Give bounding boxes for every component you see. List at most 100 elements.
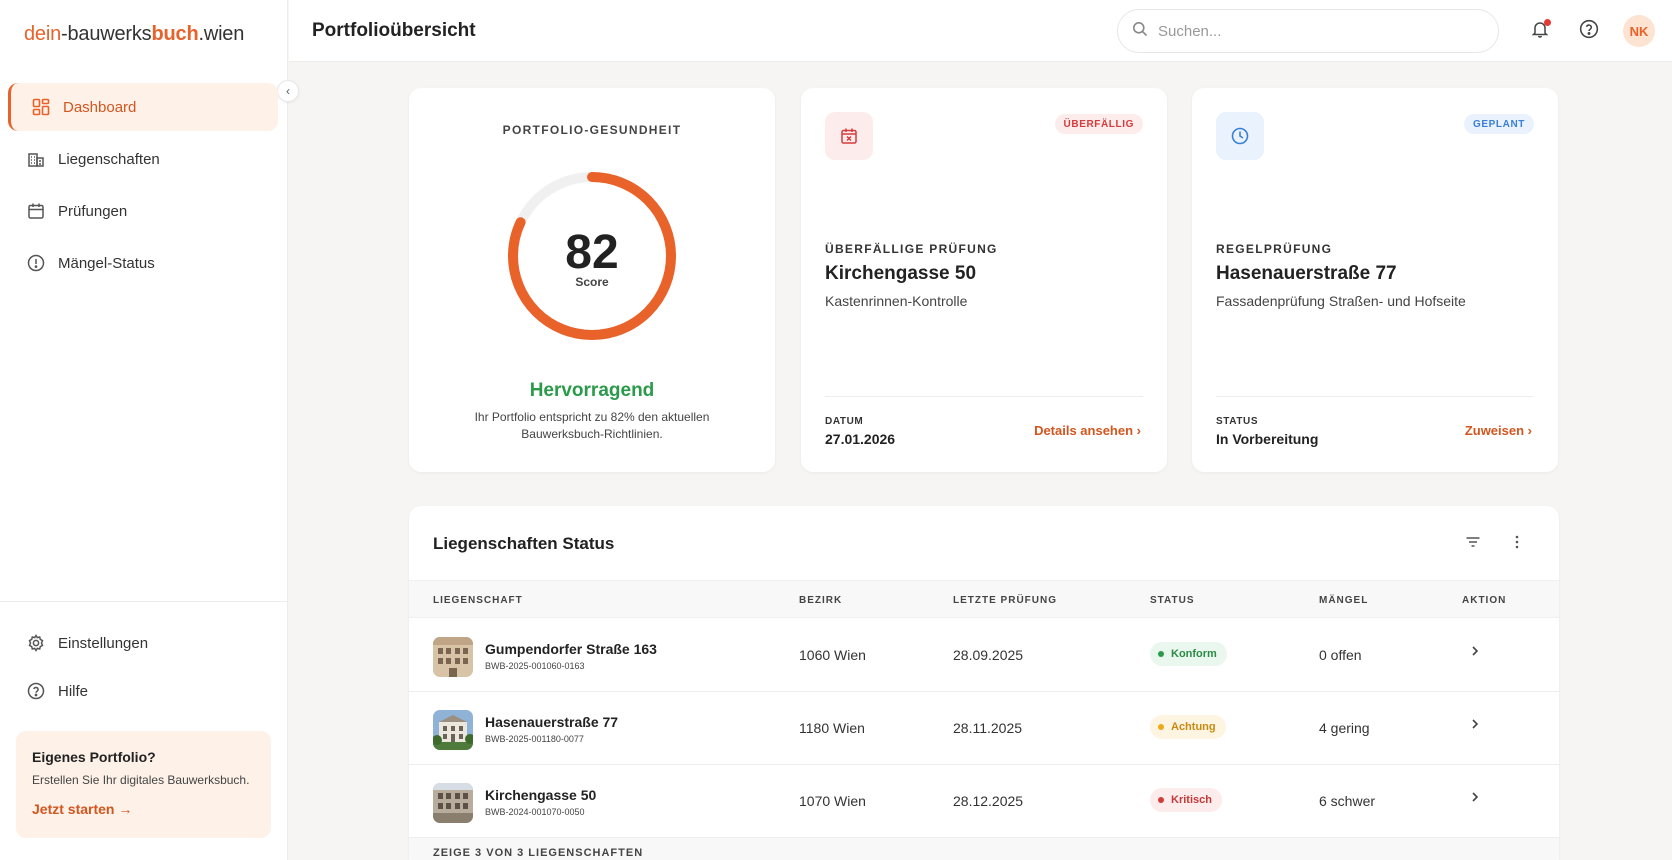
column-header[interactable]: MÄNGEL [1319, 595, 1368, 606]
status-badge: Kritisch [1150, 788, 1222, 812]
property-thumbnail [433, 637, 473, 677]
status-badge: GEPLANT [1464, 114, 1534, 134]
status-badge: Konform [1150, 642, 1227, 666]
sidebar-item-pruefungen[interactable]: Prüfungen [8, 187, 278, 235]
status-badge: Achtung [1150, 715, 1226, 739]
task-subtitle: Kastenrinnen-Kontrolle [825, 293, 968, 309]
divider [1216, 396, 1534, 397]
help-button[interactable] [1577, 19, 1601, 43]
promo-title: Eigenes Portfolio? [32, 749, 156, 765]
sidebar-item-label: Prüfungen [58, 202, 128, 220]
row-action-button[interactable] [1465, 716, 1485, 736]
row-action-button[interactable] [1465, 643, 1485, 663]
buildings-icon [26, 149, 46, 169]
promo-cta-link[interactable]: Jetzt starten → [32, 801, 132, 817]
sidebar-item-label: Hilfe [58, 682, 89, 700]
column-header: AKTION [1462, 595, 1507, 606]
health-rating: Hervorragend [529, 380, 655, 401]
task-meta-value: 27.01.2026 [825, 431, 896, 447]
sidebar-item-label: Dashboard [63, 98, 137, 116]
defects-cell: 4 gering [1319, 720, 1370, 736]
health-description: Ihr Portfolio entspricht zu 82% den aktu… [474, 410, 710, 441]
calendar-x-icon [825, 112, 873, 160]
table-header: LIEGENSCHAFT BEZIRK LETZTE PRÜFUNG STATU… [409, 580, 1559, 618]
table-title: Liegenschaften Status [433, 534, 615, 553]
sidebar-item-label: Liegenschaften [58, 150, 160, 168]
scheduled-inspection-card: GEPLANT REGELPRÜFUNG Hasenauerstraße 77 … [1192, 88, 1558, 472]
sidebar-item-dashboard[interactable]: Dashboard [8, 83, 278, 131]
property-name: Gumpendorfer Straße 163 [485, 641, 657, 657]
chevron-left-icon: ‹ [286, 84, 290, 98]
sidebar: dein-bauwerksbuch.wien ‹ Dashboard Liege… [0, 0, 299, 860]
search-icon [1132, 21, 1148, 42]
sidebar-item-liegenschaften[interactable]: Liegenschaften [8, 135, 278, 183]
table-row[interactable]: Gumpendorfer Straße 163 BWB-2025-001060-… [409, 619, 1559, 692]
property-thumbnail [433, 783, 473, 823]
property-name: Kirchengasse 50 [485, 787, 597, 803]
clock-icon [1216, 112, 1264, 160]
assign-link[interactable]: Zuweisen › [1465, 423, 1532, 438]
filter-icon [1464, 533, 1482, 556]
sidebar-item-maengel-status[interactable]: Mängel-Status [8, 239, 278, 287]
sidebar-item-einstellungen[interactable]: Einstellungen [8, 619, 278, 667]
property-id: BWB-2024-001070-0050 [485, 807, 585, 817]
sidebar-divider [0, 601, 288, 602]
more-vertical-icon [1508, 533, 1526, 556]
filter-button[interactable] [1459, 530, 1487, 558]
table-row[interactable]: Hasenauerstraße 77 BWB-2025-001180-0077 … [409, 692, 1559, 765]
task-meta-value: In Vorbereitung [1216, 431, 1319, 447]
district-cell: 1060 Wien [799, 647, 866, 663]
last-check-cell: 28.09.2025 [953, 647, 1024, 663]
chevron-right-icon [1469, 644, 1481, 662]
task-kicker: REGELPRÜFUNG [1216, 242, 1333, 256]
properties-status-table: Liegenschaften Status LIEGENSCHAFT BEZIR… [409, 506, 1559, 860]
score-label: Score [575, 275, 609, 289]
promo-text: Erstellen Sie Ihr digitales Bauwerksbuch… [32, 773, 250, 787]
task-title: Hasenauerstraße 77 [1216, 263, 1397, 284]
score-value: 82 [565, 226, 619, 279]
task-kicker: ÜBERFÄLLIGE PRÜFUNG [825, 242, 998, 256]
last-check-cell: 28.11.2025 [953, 720, 1023, 736]
column-header[interactable]: LETZTE PRÜFUNG [953, 595, 1057, 606]
last-check-cell: 28.12.2025 [953, 793, 1024, 809]
details-link[interactable]: Details ansehen › [1034, 423, 1141, 438]
alert-circle-icon [26, 253, 46, 273]
search-input[interactable] [1158, 22, 1458, 40]
help-icon [1579, 19, 1599, 44]
more-options-button[interactable] [1503, 530, 1531, 558]
row-action-button[interactable] [1465, 789, 1485, 809]
task-meta-label: STATUS [1216, 416, 1259, 427]
search-bar[interactable] [1117, 9, 1499, 53]
column-header[interactable]: BEZIRK [799, 595, 842, 606]
sidebar-item-label: Einstellungen [58, 634, 149, 652]
app-logo[interactable]: dein-bauwerksbuch.wien [24, 23, 244, 46]
health-label: PORTFOLIO-GESUNDHEIT [502, 123, 682, 137]
overdue-inspection-card: ÜBERFÄLLIG ÜBERFÄLLIGE PRÜFUNG Kirchenga… [801, 88, 1167, 472]
chevron-right-icon [1469, 717, 1481, 735]
notification-dot [1544, 19, 1551, 26]
status-dot [1158, 651, 1164, 657]
table-row[interactable]: Kirchengasse 50 BWB-2024-001070-0050 107… [409, 765, 1559, 838]
defects-cell: 6 schwer [1319, 793, 1376, 809]
property-name: Hasenauerstraße 77 [485, 714, 619, 730]
portfolio-health-card: PORTFOLIO-GESUNDHEIT 82 Score Hervorrage… [409, 88, 775, 472]
task-subtitle: Fassadenprüfung Straßen- und Hofseite [1216, 293, 1466, 309]
page-title: Portfolioübersicht [312, 20, 476, 41]
notifications-button[interactable] [1528, 19, 1552, 43]
sidebar-item-hilfe[interactable]: Hilfe [8, 667, 278, 715]
column-header[interactable]: STATUS [1150, 595, 1195, 606]
calendar-icon [26, 201, 46, 221]
sidebar-item-label: Mängel-Status [58, 254, 155, 272]
status-dot [1158, 724, 1164, 730]
top-header: Portfolioübersicht NK [289, 0, 1672, 62]
column-header[interactable]: LIEGENSCHAFT [433, 595, 523, 606]
property-id: BWB-2025-001060-0163 [485, 661, 585, 671]
avatar[interactable]: NK [1623, 15, 1655, 47]
status-badge: ÜBERFÄLLIG [1054, 114, 1143, 134]
district-cell: 1070 Wien [799, 793, 866, 809]
property-thumbnail [433, 710, 473, 750]
collapse-sidebar-button[interactable]: ‹ [277, 80, 299, 102]
property-id: BWB-2025-001180-0077 [485, 734, 584, 744]
table-footer-text: ZEIGE 3 VON 3 LIEGENSCHAFTEN [433, 847, 644, 859]
district-cell: 1180 Wien [799, 720, 865, 736]
